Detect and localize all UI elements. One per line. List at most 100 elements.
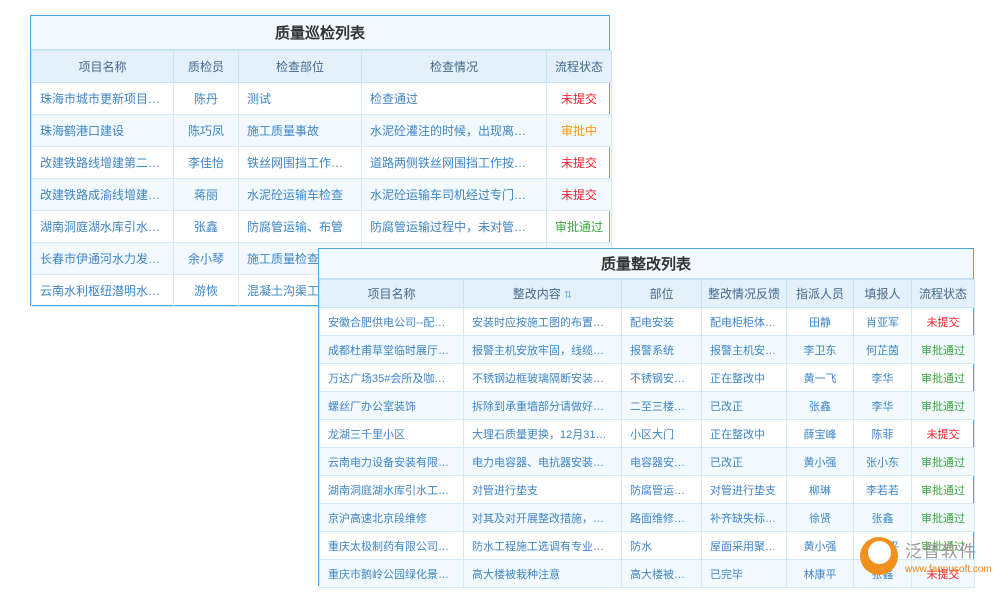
cell-project-name[interactable]: 万达广场35#会所及咖啡厅空... — [320, 364, 464, 392]
column-header-project-name[interactable]: 项目名称 — [320, 280, 464, 308]
table-row[interactable]: 改建铁路成渝线增建第...蒋丽水泥砼运输车检查水泥砼运输车司机经过专门培训...… — [32, 179, 612, 211]
table-row[interactable]: 珠海鹤港口建设陈巧凤施工质量事故水泥砼灌注的时候，出现离析现象审批中 — [32, 115, 612, 147]
inspection-list-title: 质量巡检列表 — [31, 16, 609, 50]
cell-project-name[interactable]: 改建铁路成渝线增建第... — [32, 179, 174, 211]
column-header-status[interactable]: 流程状态 — [912, 280, 975, 308]
cell-status: 审批通过 — [912, 448, 975, 476]
column-header-reporter[interactable]: 填报人 — [854, 280, 912, 308]
cell-rectify-content: 防水工程施工选调有专业资质... — [464, 532, 622, 560]
cell-part: 防腐管运输... — [622, 476, 702, 504]
cell-project-name[interactable]: 京沪高速北京段维修 — [320, 504, 464, 532]
table-row[interactable]: 改建铁路线增建第二线...李佳怡铁丝网围挡工作检查道路两侧铁丝网围挡工作按设计.… — [32, 147, 612, 179]
column-header-inspector[interactable]: 质检员 — [174, 51, 239, 83]
cell-project-name[interactable]: 云南水利枢纽潜明水库... — [32, 275, 174, 307]
column-header-inspection-part[interactable]: 检查部位 — [239, 51, 362, 83]
table-row[interactable]: 螺丝厂办公室装饰拆除到承重墙部分请做好加固...二至三楼混...已改正张鑫李华审… — [320, 392, 975, 420]
cell-feedback: 报警主机安放... — [702, 336, 787, 364]
cell-project-name[interactable]: 改建铁路线增建第二线... — [32, 147, 174, 179]
cell-assignee: 徐贤 — [787, 504, 854, 532]
cell-inspector: 蒋丽 — [174, 179, 239, 211]
cell-project-name[interactable]: 湖南洞庭湖水库引水工程施工... — [320, 476, 464, 504]
cell-feedback: 已完毕 — [702, 560, 787, 588]
inspection-header-row: 项目名称质检员检查部位检查情况流程状态 — [32, 51, 612, 83]
cell-part: 电容器安装... — [622, 448, 702, 476]
cell-inspection-part: 施工质量事故 — [239, 115, 362, 147]
rectification-header-row: 项目名称整改内容⇅部位整改情况反馈指派人员填报人流程状态 — [320, 280, 975, 308]
cell-inspector: 张鑫 — [174, 211, 239, 243]
cell-inspection-part: 水泥砼运输车检查 — [239, 179, 362, 211]
cell-project-name[interactable]: 重庆市鹅岭公园绿化景观提升... — [320, 560, 464, 588]
table-row[interactable]: 龙湖三千里小区大理石质量更换，12月31日之...小区大门正在整改中薛宝峰陈菲未… — [320, 420, 975, 448]
cell-status: 审批通过 — [912, 476, 975, 504]
cell-feedback: 正在整改中 — [702, 420, 787, 448]
cell-feedback: 补齐缺失标志... — [702, 504, 787, 532]
cell-feedback: 对管进行垫支 — [702, 476, 787, 504]
column-header-part[interactable]: 部位 — [622, 280, 702, 308]
page: 质量巡检列表 项目名称质检员检查部位检查情况流程状态 珠海市城市更新项目紫...… — [0, 0, 1000, 600]
cell-inspection-detail: 防腐管运输过程中，未对管进行... — [362, 211, 547, 243]
table-row[interactable]: 湖南洞庭湖水库引水工...张鑫防腐管运输、布管防腐管运输过程中，未对管进行...… — [32, 211, 612, 243]
column-header-status[interactable]: 流程状态 — [547, 51, 612, 83]
cell-part: 二至三楼混... — [622, 392, 702, 420]
cell-project-name[interactable]: 云南电力设备安装有限公司20... — [320, 448, 464, 476]
cell-rectify-content: 对管进行垫支 — [464, 476, 622, 504]
cell-rectify-content: 拆除到承重墙部分请做好加固... — [464, 392, 622, 420]
cell-assignee: 黄小强 — [787, 448, 854, 476]
cell-assignee: 黄一飞 — [787, 364, 854, 392]
cell-project-name[interactable]: 龙湖三千里小区 — [320, 420, 464, 448]
table-row[interactable]: 珠海市城市更新项目紫...陈丹测试检查通过未提交 — [32, 83, 612, 115]
cell-status: 未提交 — [912, 308, 975, 336]
cell-inspector: 陈巧凤 — [174, 115, 239, 147]
cell-inspection-detail: 检查通过 — [362, 83, 547, 115]
cell-feedback: 屋面采用聚氨... — [702, 532, 787, 560]
table-row[interactable]: 成都杜甫草堂临时展厅独立展...报警主机安放牢固，线缆连接...报警系统报警主机… — [320, 336, 975, 364]
cell-reporter: 李华 — [854, 364, 912, 392]
column-header-project-name[interactable]: 项目名称 — [32, 51, 174, 83]
rectification-list-title: 质量整改列表 — [319, 249, 973, 279]
table-row[interactable]: 云南电力设备安装有限公司20...电力电容器、电抗器安装方案,...电容器安装.… — [320, 448, 975, 476]
cell-reporter: 张小东 — [854, 448, 912, 476]
column-header-rectify-content[interactable]: 整改内容⇅ — [464, 280, 622, 308]
cell-part: 防水 — [622, 532, 702, 560]
column-header-inspection-detail[interactable]: 检查情况 — [362, 51, 547, 83]
cell-project-name[interactable]: 长春市伊通河水力发电... — [32, 243, 174, 275]
table-row[interactable]: 湖南洞庭湖水库引水工程施工...对管进行垫支防腐管运输...对管进行垫支柳琳李若… — [320, 476, 975, 504]
cell-project-name[interactable]: 安徽合肥供电公司--配电设备... — [320, 308, 464, 336]
cell-inspection-detail: 水泥砼运输车司机经过专门培训... — [362, 179, 547, 211]
cell-project-name[interactable]: 珠海市城市更新项目紫... — [32, 83, 174, 115]
cell-inspector: 余小琴 — [174, 243, 239, 275]
table-row[interactable]: 京沪高速北京段维修对其及对开展整改措施，桥头...路面维修检...补齐缺失标志.… — [320, 504, 975, 532]
sort-icon[interactable]: ⇅ — [564, 290, 572, 301]
cell-project-name[interactable]: 重庆太极制药有限公司亳州中... — [320, 532, 464, 560]
column-header-assignee[interactable]: 指派人员 — [787, 280, 854, 308]
cell-assignee: 薛宝峰 — [787, 420, 854, 448]
cell-rectify-content: 电力电容器、电抗器安装方案,... — [464, 448, 622, 476]
cell-reporter: 陈菲 — [854, 420, 912, 448]
cell-inspector: 李佳怡 — [174, 147, 239, 179]
table-row[interactable]: 万达广场35#会所及咖啡厅空...不锈钢边框玻璃隔断安装不牢...不锈钢安装..… — [320, 364, 975, 392]
cell-feedback: 已改正 — [702, 392, 787, 420]
column-header-feedback[interactable]: 整改情况反馈 — [702, 280, 787, 308]
cell-project-name[interactable]: 湖南洞庭湖水库引水工... — [32, 211, 174, 243]
cell-feedback: 配电柜柜体与... — [702, 308, 787, 336]
cell-inspection-part: 防腐管运输、布管 — [239, 211, 362, 243]
cell-project-name[interactable]: 螺丝厂办公室装饰 — [320, 392, 464, 420]
cell-status: 审批通过 — [912, 364, 975, 392]
rectification-list-panel: 质量整改列表 项目名称整改内容⇅部位整改情况反馈指派人员填报人流程状态 安徽合肥… — [318, 248, 974, 586]
cell-status: 审批通过 — [912, 504, 975, 532]
cell-project-name[interactable]: 成都杜甫草堂临时展厅独立展... — [320, 336, 464, 364]
cell-assignee: 林康平 — [787, 560, 854, 588]
cell-rectify-content: 不锈钢边框玻璃隔断安装不牢... — [464, 364, 622, 392]
cell-reporter: 何芷茵 — [854, 336, 912, 364]
cell-rectify-content: 安装时应按施工图的布置，将... — [464, 308, 622, 336]
cell-rectify-content: 报警主机安放牢固，线缆连接... — [464, 336, 622, 364]
table-row[interactable]: 安徽合肥供电公司--配电设备...安装时应按施工图的布置，将...配电安装配电柜… — [320, 308, 975, 336]
cell-inspection-part: 测试 — [239, 83, 362, 115]
cell-project-name[interactable]: 珠海鹤港口建设 — [32, 115, 174, 147]
cell-reporter: 肖亚军 — [854, 308, 912, 336]
cell-status: 未提交 — [547, 147, 612, 179]
cell-status: 审批通过 — [547, 211, 612, 243]
cell-status: 未提交 — [547, 179, 612, 211]
cell-part: 小区大门 — [622, 420, 702, 448]
cell-status: 审批通过 — [912, 336, 975, 364]
